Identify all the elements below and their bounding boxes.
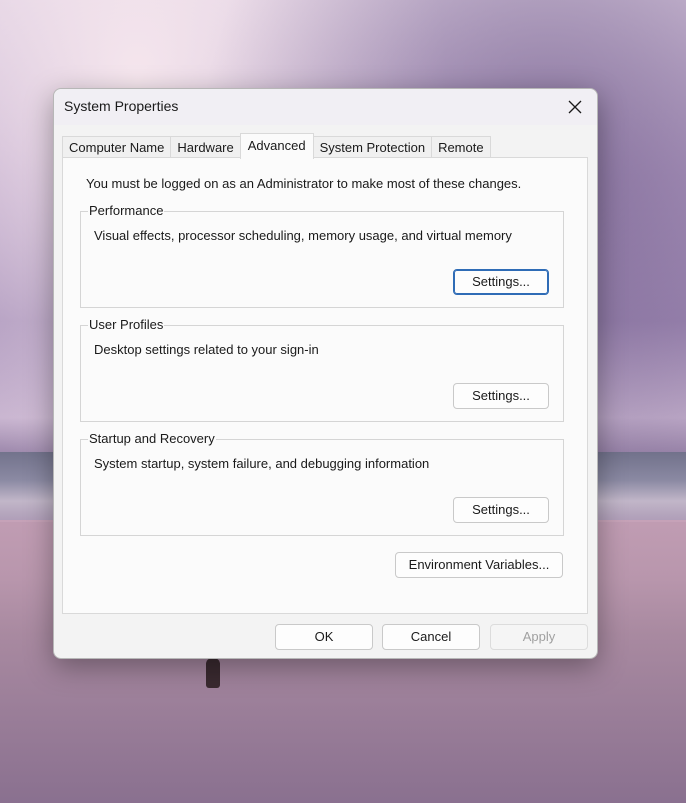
- tab-remote[interactable]: Remote: [431, 136, 491, 159]
- apply-button[interactable]: Apply: [490, 624, 588, 650]
- startup-recovery-group-label: Startup and Recovery: [88, 431, 216, 446]
- user-profiles-group: User Profiles Desktop settings related t…: [80, 317, 564, 422]
- user-profiles-settings-button[interactable]: Settings...: [453, 383, 549, 409]
- performance-description: Visual effects, processor scheduling, me…: [94, 228, 512, 243]
- title-bar[interactable]: System Properties: [54, 89, 597, 125]
- close-button[interactable]: [553, 89, 597, 125]
- tab-system-protection[interactable]: System Protection: [312, 136, 433, 159]
- performance-settings-button[interactable]: Settings...: [453, 269, 549, 295]
- startup-recovery-group: Startup and Recovery System startup, sys…: [80, 431, 564, 536]
- performance-group: Performance Visual effects, processor sc…: [80, 203, 564, 308]
- startup-recovery-settings-button[interactable]: Settings...: [453, 497, 549, 523]
- advanced-tab-panel: You must be logged on as an Administrato…: [62, 157, 588, 614]
- startup-recovery-description: System startup, system failure, and debu…: [94, 456, 430, 471]
- user-profiles-description: Desktop settings related to your sign-in: [94, 342, 319, 357]
- admin-note: You must be logged on as an Administrato…: [86, 176, 522, 191]
- close-icon: [568, 100, 582, 114]
- cancel-button[interactable]: Cancel: [382, 624, 480, 650]
- system-properties-dialog: System Properties Computer Name Hardware…: [53, 88, 598, 659]
- performance-group-label: Performance: [88, 203, 165, 218]
- tab-advanced[interactable]: Advanced: [239, 133, 314, 159]
- tab-strip: Computer Name Hardware Advanced System P…: [62, 133, 491, 159]
- wallpaper-person-silhouette: [206, 658, 220, 688]
- ok-button[interactable]: OK: [275, 624, 373, 650]
- environment-variables-button[interactable]: Environment Variables...: [395, 552, 563, 578]
- tab-hardware[interactable]: Hardware: [170, 136, 241, 159]
- window-title: System Properties: [64, 98, 179, 114]
- user-profiles-group-label: User Profiles: [88, 317, 165, 332]
- tab-computer-name[interactable]: Computer Name: [62, 136, 172, 159]
